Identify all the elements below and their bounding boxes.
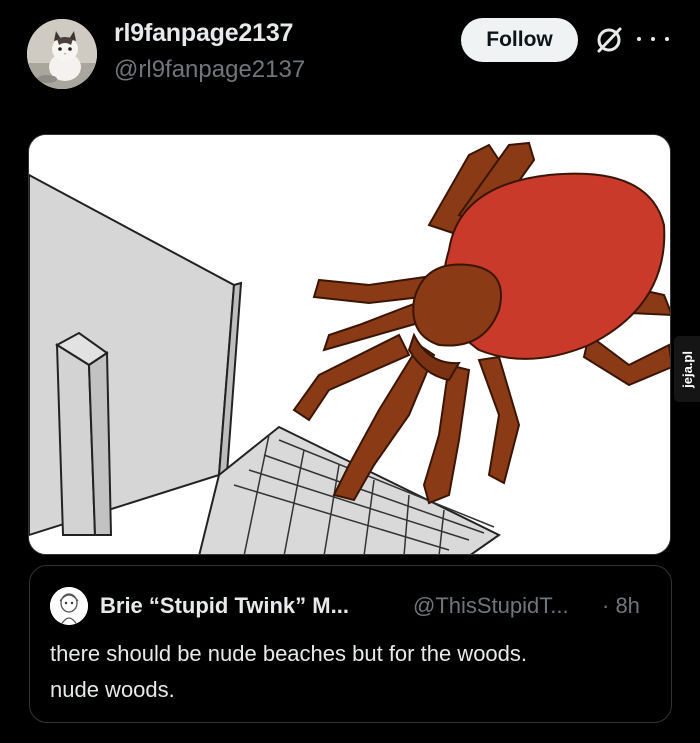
quote-body-text: there should be nude beaches but for the… [50,641,528,702]
jeja-watermark-badge: jeja.pl [674,336,700,402]
author-display-name[interactable]: rl9fanpage2137 [114,19,293,48]
quote-timestamp[interactable]: · 8h [602,593,640,619]
post-media-image[interactable] [28,134,671,555]
spider-drawing-icon [29,135,670,554]
quote-author-handle[interactable]: @ThisStupidT... [413,593,569,619]
sketch-avatar-icon [50,587,88,625]
more-options-icon[interactable] [637,26,669,52]
cat-avatar-icon [27,19,97,89]
quoted-post-card[interactable]: Brie “Stupid Twink” M... @ThisStupidT...… [29,565,672,723]
dot-icon [637,37,641,41]
follow-button[interactable]: Follow [461,18,578,62]
dot-icon [665,37,669,41]
post-header: rl9fanpage2137 @rl9fanpage2137 Follow [0,0,700,110]
dot-icon [651,37,655,41]
grok-glyph-icon [597,27,622,53]
quote-author-display-name[interactable]: Brie “Stupid Twink” M... [100,593,349,619]
grok-icon[interactable] [593,24,625,56]
author-avatar[interactable] [27,19,97,89]
watermark-text: jeja.pl [679,350,695,388]
quote-author-avatar[interactable] [50,587,88,625]
author-handle[interactable]: @rl9fanpage2137 [114,56,305,84]
